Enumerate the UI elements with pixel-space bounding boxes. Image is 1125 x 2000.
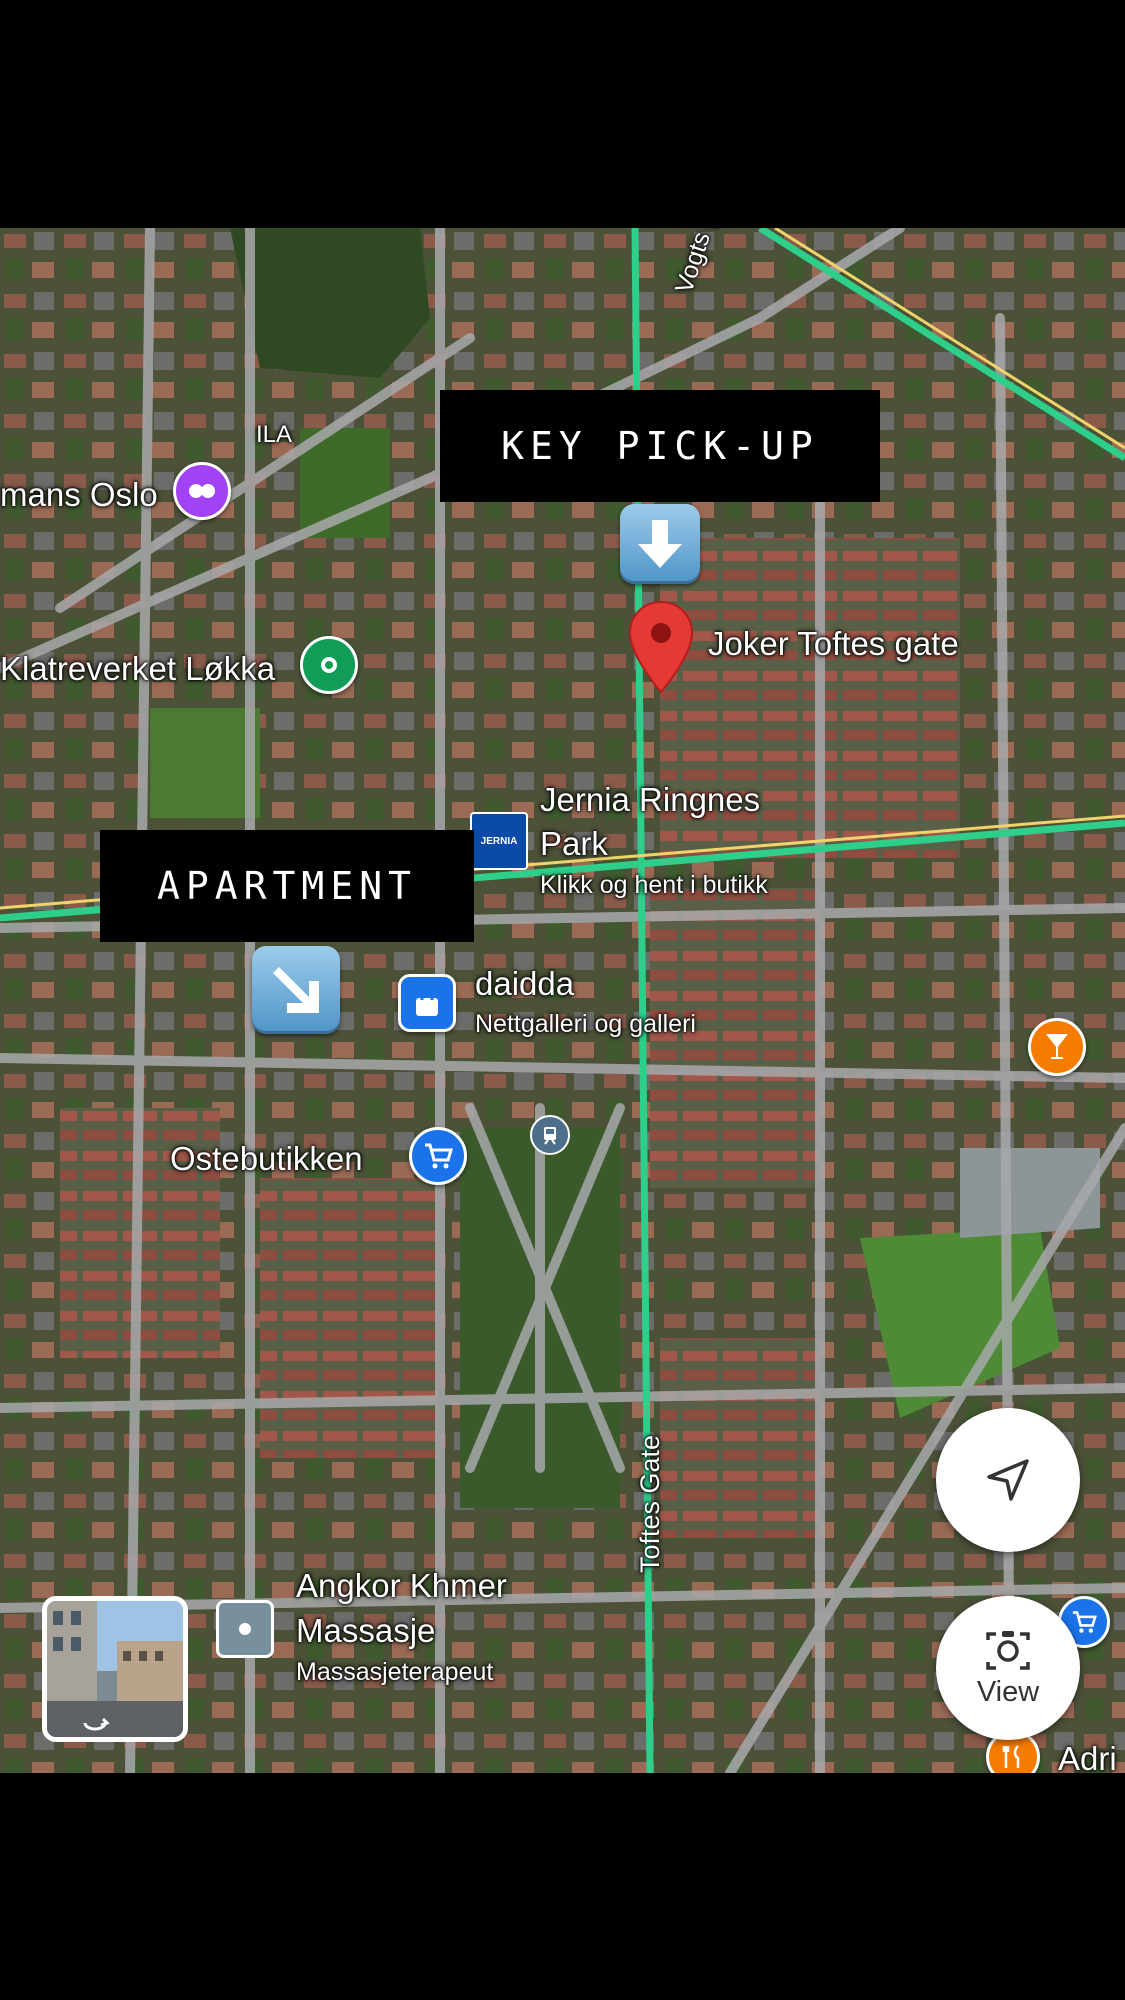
jernia-logo-icon[interactable]: JERNIA — [470, 812, 528, 870]
area-label-ila: ILA — [256, 421, 293, 448]
poi-label-joker: Joker Toftes gate — [708, 625, 959, 662]
shopping-cart-poi-icon[interactable] — [409, 1127, 467, 1185]
camera-search-icon — [986, 1630, 1030, 1670]
view-button-label: View — [976, 1675, 1040, 1708]
street-view-thumbnail[interactable] — [42, 1596, 188, 1742]
street-view-image — [47, 1601, 183, 1737]
poi-sublabel-angkor: Massasjeterapeut — [296, 1658, 494, 1686]
key-pickup-banner: KEY PICK-UP — [440, 390, 880, 502]
recenter-button[interactable] — [936, 1408, 1080, 1552]
poi-label-klatreverket: Klatreverket Løkka — [0, 650, 276, 687]
tram-stop-icon[interactable] — [530, 1115, 570, 1155]
poi-sublabel-daidda: Nettgalleri og galleri — [475, 1010, 696, 1038]
navigation-arrow-icon — [987, 1459, 1029, 1501]
grey-poi-icon[interactable] — [216, 1600, 274, 1658]
red-map-pin-icon[interactable] — [628, 600, 694, 699]
poi-sublabel-jernia: Klikk og hent i butikk — [540, 871, 768, 899]
down-right-arrow-icon — [252, 946, 340, 1034]
poi-label-angkor-line2: Massasje — [296, 1612, 436, 1649]
down-arrow-icon — [620, 504, 700, 584]
view-lens-button[interactable]: View — [936, 1596, 1080, 1740]
satellite-map[interactable]: Vogts gate Toftes Gate ILA mans Oslo Kla… — [0, 228, 1125, 1773]
shopping-bag-poi-icon[interactable] — [398, 974, 456, 1032]
poi-label-jernia-line1: Jernia Ringnes — [540, 781, 761, 818]
apartment-banner: APARTMENT — [100, 830, 474, 942]
jernia-logo-text: JERNIA — [480, 835, 518, 847]
poi-label-daidda: daidda — [475, 965, 575, 1002]
bar-poi-icon[interactable] — [1028, 1018, 1086, 1076]
purple-poi-pin-icon[interactable] — [173, 462, 231, 520]
poi-label-mans-oslo: mans Oslo — [0, 476, 158, 513]
poi-label-ostebutikken: Ostebutikken — [170, 1140, 363, 1177]
green-poi-pin-icon[interactable] — [300, 636, 358, 694]
poi-label-jernia-line2: Park — [540, 825, 608, 862]
poi-label-adri: Adri — [1058, 1740, 1117, 1773]
poi-label-angkor-line1: Angkor Khmer — [296, 1567, 507, 1604]
street-label-toftes-gate: Toftes Gate — [635, 1434, 665, 1573]
